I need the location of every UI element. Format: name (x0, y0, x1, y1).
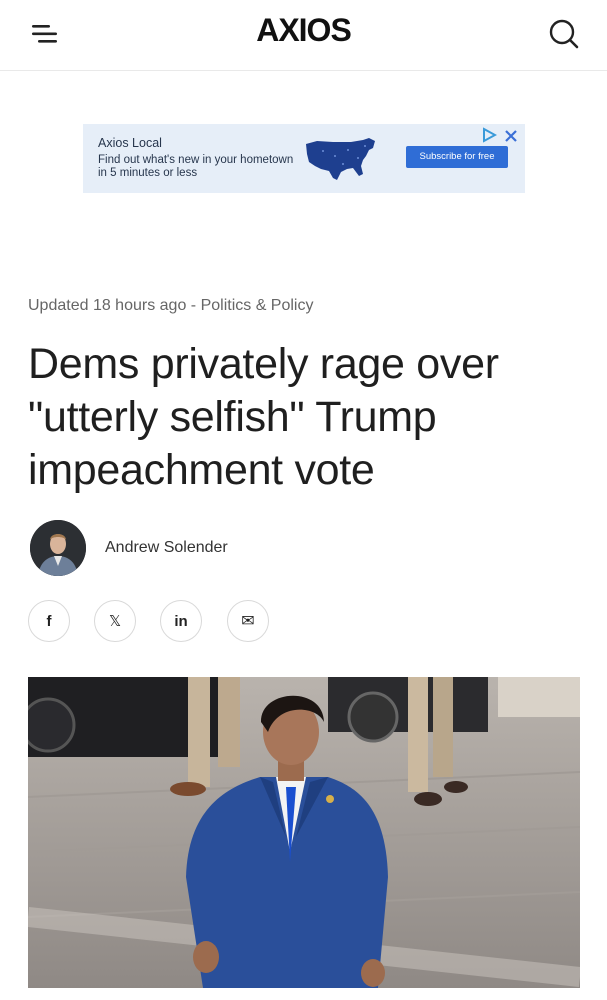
email-share-button[interactable]: ✉ (227, 600, 269, 642)
article-meta: Updated 18 hours ago - Politics & Policy (28, 297, 313, 315)
updated-timestamp: Updated 18 hours ago (28, 297, 187, 314)
x-share-button[interactable]: 𝕏 (94, 600, 136, 642)
author-avatar[interactable] (30, 520, 86, 576)
axios-logo[interactable]: AXIOS (0, 12, 607, 49)
author-byline: Andrew Solender (30, 520, 330, 576)
ad-banner[interactable]: Axios Local Find out what's new in your … (83, 124, 525, 193)
hero-image (28, 677, 580, 988)
ad-subscribe-button[interactable]: Subscribe for free (406, 146, 508, 168)
linkedin-icon: in (174, 612, 188, 630)
close-icon[interactable] (503, 128, 519, 144)
author-name[interactable]: Andrew Solender (105, 539, 228, 557)
facebook-share-button[interactable]: f (28, 600, 70, 642)
ad-subtitle: Find out what's new in your hometown in … (98, 154, 294, 179)
meta-separator: - (186, 297, 201, 314)
top-header: AXIOS (0, 0, 607, 71)
ad-title: Axios Local (98, 136, 162, 150)
facebook-icon: f (46, 612, 52, 630)
category-link[interactable]: Politics & Policy (201, 297, 314, 314)
us-map-icon (306, 138, 375, 180)
article-headline: Dems privately rage over "utterly selfis… (28, 340, 499, 494)
email-icon: ✉ (241, 613, 255, 630)
x-icon: 𝕏 (108, 613, 122, 630)
search-icon[interactable] (547, 17, 581, 51)
adchoices-icon[interactable] (481, 127, 497, 143)
linkedin-share-button[interactable]: in (160, 600, 202, 642)
